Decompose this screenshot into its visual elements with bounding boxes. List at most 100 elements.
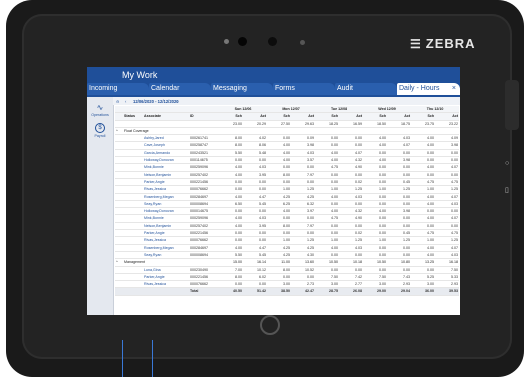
- associate-name[interactable]: Mink,Bonnie: [143, 163, 189, 172]
- home-button[interactable]: [260, 315, 280, 335]
- hours-cell: 4.00: [267, 141, 291, 150]
- associate-name[interactable]: Parker,Angie: [143, 178, 189, 187]
- associate-name[interactable]: Holloway,Donovan: [143, 156, 189, 165]
- group-label: Management: [123, 258, 219, 267]
- associate-name[interactable]: Garcia,Armando: [143, 149, 189, 158]
- associate-name[interactable]: Holloway,Donovan: [143, 207, 189, 216]
- hours-cell: 0.00: [411, 171, 436, 179]
- tab-forms[interactable]: Forms: [273, 83, 335, 95]
- associate-name[interactable]: Ashby,Jared: [143, 134, 189, 143]
- associate-name[interactable]: Seay,Ryan: [143, 200, 189, 209]
- tab-calendar[interactable]: Calendar: [149, 83, 211, 95]
- hours-cell: 4.32: [339, 156, 364, 165]
- associate-name[interactable]: Seay,Ryan: [143, 251, 189, 260]
- table-row[interactable]: Parker,Angie 000221456 0.00 0.00 0.00 0.00 0.0…: [115, 178, 460, 187]
- hours-cell: 42.47: [291, 287, 316, 296]
- hours-cell: 1.00: [267, 185, 291, 194]
- table-row[interactable]: Nelson,Benjamin 000257402 4.00 3.95 8.00 7.97…: [115, 222, 460, 231]
- next-week-icon[interactable]: ›: [177, 99, 178, 104]
- associate-name[interactable]: Rivas,Jessica: [143, 236, 189, 245]
- row-cell: [115, 163, 123, 172]
- close-tab-icon[interactable]: ×: [452, 83, 456, 95]
- hours-cell: 1.25: [435, 236, 460, 245]
- hours-cell: 0.00: [387, 163, 412, 172]
- hours-cell: 0.00: [339, 222, 364, 231]
- collapse-icon[interactable]: ⊖: [116, 99, 120, 104]
- associate-header[interactable]: Associate: [143, 112, 189, 121]
- tab-incoming[interactable]: Incoming: [87, 83, 149, 95]
- sch-header: Sch: [315, 112, 340, 121]
- table-row[interactable]: Holloway,Donovan 000014675 0.00 0.00 4.00 3.9…: [115, 207, 460, 216]
- associate-name[interactable]: Nelson,Benjamin: [143, 171, 189, 179]
- tab-audit[interactable]: Audit: [335, 83, 397, 95]
- hours-cell: 29.00: [363, 287, 388, 296]
- hours-cell: 16.59: [339, 120, 364, 128]
- associate-name[interactable]: Rivas,Jessica: [143, 280, 189, 289]
- power-button-icon[interactable]: ○: [505, 160, 509, 167]
- associate-id: 000284697: [189, 244, 219, 252]
- tab-daily-hours[interactable]: Daily - Hours ×: [397, 83, 460, 95]
- associate-name[interactable]: Parker,Angie: [143, 273, 189, 282]
- hours-cell: 4.00: [315, 244, 340, 252]
- hours-cell: 20.29: [243, 120, 267, 128]
- associate-name[interactable]: Cave,Joseph: [143, 141, 189, 150]
- associate-id: Total: [189, 287, 219, 296]
- hours-cell: 0.00: [219, 207, 243, 216]
- app-header: My Work Incoming Calendar Messaging Form…: [87, 67, 460, 97]
- table-row[interactable]: Garcia,Armando 000243521 5.50 5.48 4.00 4.03 4…: [115, 149, 460, 158]
- hours-cell: 0.45: [387, 229, 412, 238]
- sidebar-item-payroll[interactable]: $ Payroll: [87, 123, 113, 138]
- table-row[interactable]: Cave,Joseph 000258747 8.00 8.06 4.00 3.98 0.00…: [115, 141, 460, 150]
- row-cell: [123, 200, 143, 209]
- hours-cell: 0.00: [339, 171, 364, 179]
- table-row[interactable]: Parker,Angie 000221456 0.00 0.00 0.00 0.00 0.0…: [115, 229, 460, 238]
- associate-name[interactable]: Rosenberg,Megan: [143, 193, 189, 201]
- collapse-group-icon[interactable]: ^: [115, 258, 123, 267]
- associate-name[interactable]: Luna,Gina: [143, 266, 189, 274]
- table-row[interactable]: Mink,Bonnie 000259096 4.00 4.03 0.00 0.00 4.75…: [115, 163, 460, 172]
- hours-cell: 0.00: [387, 193, 412, 201]
- tab-daily-hours-label: Daily - Hours: [399, 85, 440, 92]
- hours-cell: 0.00: [363, 193, 388, 201]
- table-row[interactable]: Rosenberg,Megan 000284697 4.00 4.47 4.25 4.25…: [115, 193, 460, 201]
- associate-name[interactable]: Mink,Bonnie: [143, 214, 189, 223]
- status-header[interactable]: Status: [123, 112, 143, 121]
- sidebar-item-label: Operations: [91, 113, 109, 117]
- table-row[interactable]: Rivas,Jessica 000076662 0.00 0.00 1.00 1.25 1.…: [115, 185, 460, 194]
- table-row[interactable]: Holloway,Donovan 000114675 0.00 0.00 4.00 3.5…: [115, 156, 460, 165]
- sidebar-item-operations[interactable]: ∿ Operations: [87, 103, 113, 117]
- date-range-bar: ⊖ ‹ 12/06/2020 - 12/12/2020 ›: [113, 97, 460, 105]
- tab-messaging[interactable]: Messaging: [211, 83, 273, 95]
- hours-cell: 4.75: [411, 229, 436, 238]
- hours-cell: 4.00: [363, 141, 388, 150]
- associate-name[interactable]: Rivas,Jessica: [143, 185, 189, 194]
- table-row[interactable]: Seay,Ryan 000008694 6.50 5.45 6.25 6.32 0.00 0.…: [115, 200, 460, 209]
- hours-cell: 0.00: [363, 149, 388, 158]
- act-header: Act: [291, 112, 316, 121]
- hours-cell: 7.50: [363, 273, 388, 282]
- indicator-light-icon: [300, 40, 305, 45]
- table-row[interactable]: Nelson,Benjamin 000257402 4.00 3.95 8.00 7.97…: [115, 171, 460, 179]
- table-row[interactable]: Mink,Bonnie 000259096 4.00 4.03 0.00 0.00 4.75…: [115, 214, 460, 223]
- collapse-group-icon[interactable]: ^: [115, 127, 123, 136]
- table-row[interactable]: Ashby,Jared 000261741 8.00 4.02 0.00 0.09 0.00…: [115, 134, 460, 143]
- table-row[interactable]: Luna,Gina 000230490 7.00 10.12 8.00 10.52 0.00…: [115, 266, 460, 274]
- row-cell: [123, 178, 143, 187]
- hours-cell: 4.07: [435, 193, 460, 201]
- table-row[interactable]: Rosenberg,Megan 000284697 4.00 4.47 4.25 4.25…: [115, 244, 460, 252]
- hours-cell: 1.25: [339, 185, 364, 194]
- table-row[interactable]: Seay,Ryan 000008694 5.50 5.45 4.25 4.30 0.00 0.…: [115, 251, 460, 260]
- associate-name[interactable]: Nelson,Benjamin: [143, 222, 189, 231]
- associate-name[interactable]: Parker,Angie: [143, 229, 189, 238]
- associate-name[interactable]: Rosenberg,Megan: [143, 244, 189, 252]
- prev-week-icon[interactable]: ‹: [125, 99, 126, 104]
- volume-button-icon[interactable]: ▯: [505, 186, 509, 194]
- hours-cell: 0.00: [339, 251, 364, 260]
- table-row[interactable]: Rivas,Jessica 000076662 0.00 0.00 3.00 2.73 3.…: [115, 280, 460, 289]
- table-row[interactable]: Parker,Angie 000221456 8.00 6.02 0.00 0.00 7.5…: [115, 273, 460, 282]
- hours-cell: 5.50: [219, 251, 243, 260]
- sch-header: Sch: [219, 112, 243, 121]
- hours-cell: 4.00: [411, 214, 436, 223]
- table-row[interactable]: Rivas,Jessica 000076662 0.00 0.00 1.00 1.25 1.…: [115, 236, 460, 245]
- id-header[interactable]: ID: [189, 112, 219, 121]
